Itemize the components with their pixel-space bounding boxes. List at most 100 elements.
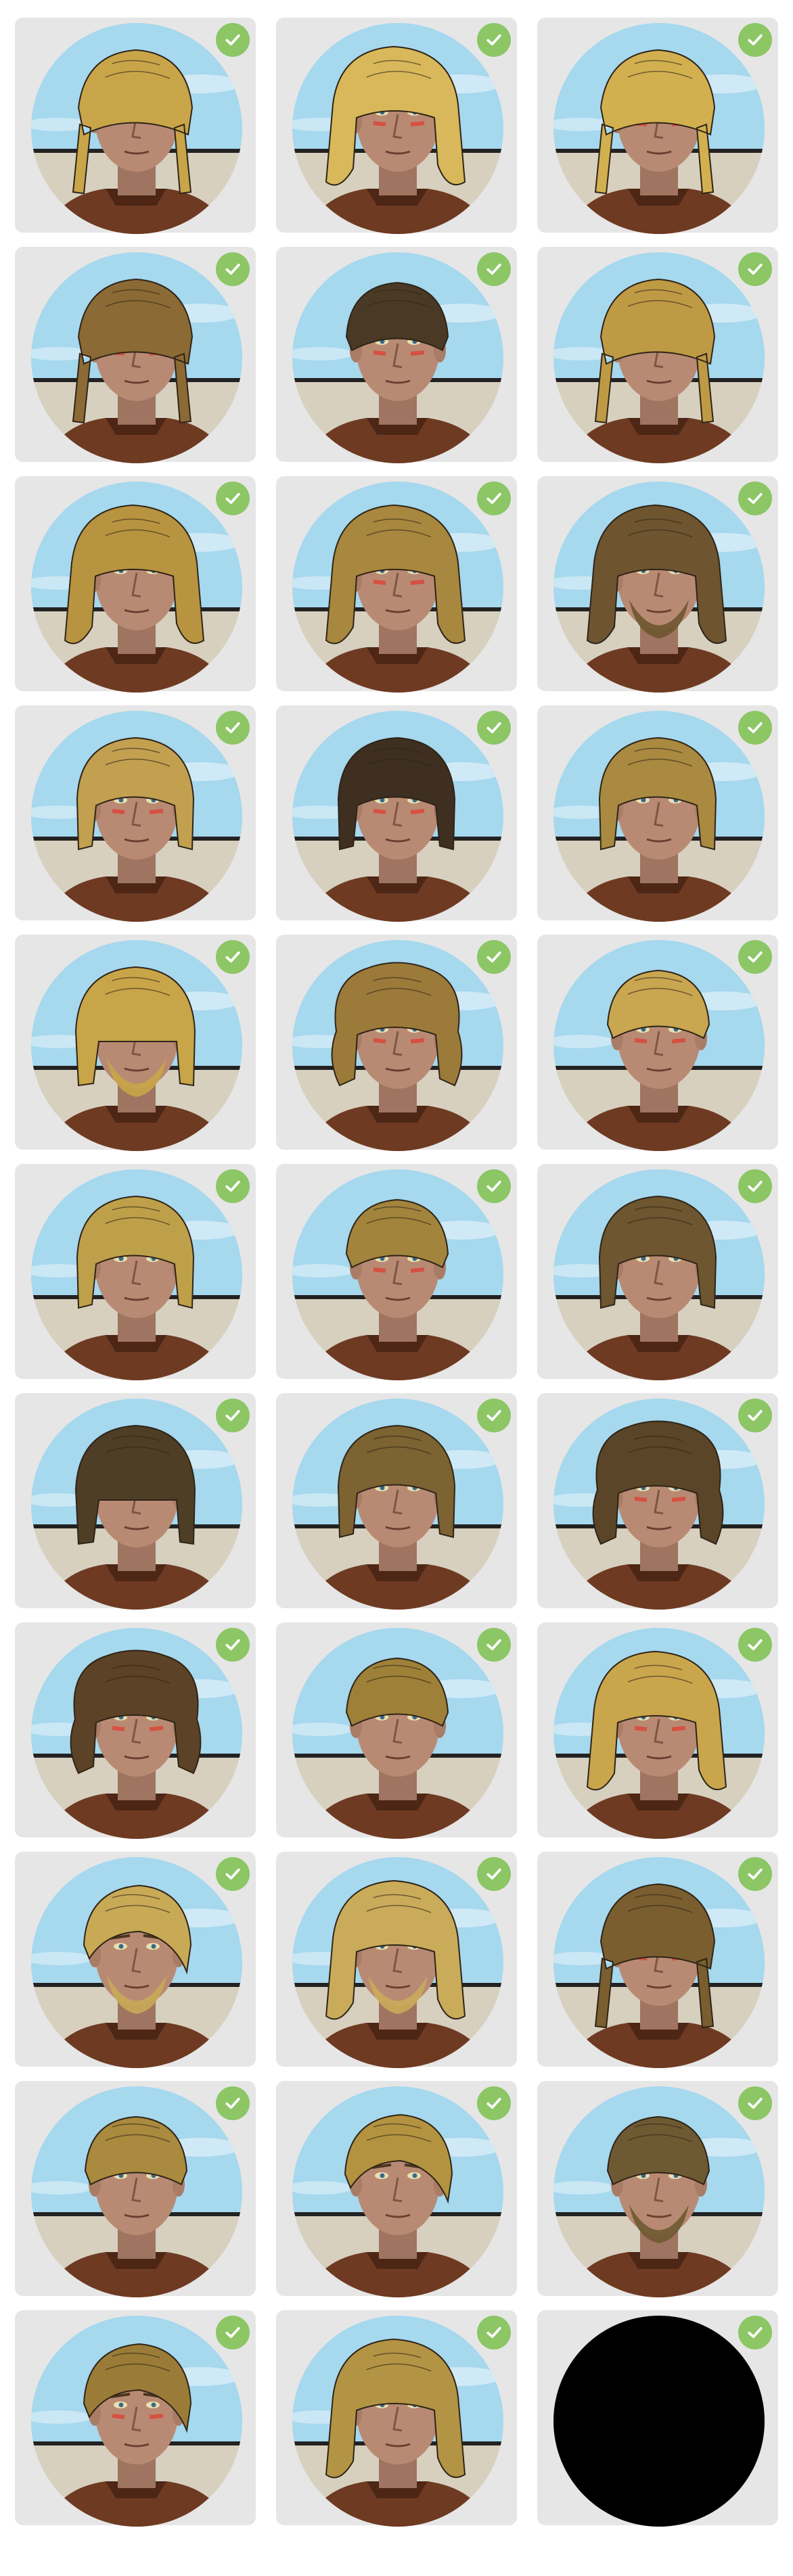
portrait-card[interactable] <box>15 18 256 234</box>
portrait-card[interactable] <box>276 1393 517 1610</box>
check-icon <box>738 482 772 515</box>
portrait-card[interactable] <box>15 1164 256 1380</box>
portrait-card[interactable] <box>276 476 517 693</box>
character-portrait <box>31 711 242 922</box>
character-portrait <box>292 2316 503 2527</box>
character-portrait <box>292 482 503 693</box>
portrait-card[interactable] <box>276 18 517 234</box>
portrait-card[interactable] <box>537 2310 778 2527</box>
check-icon <box>216 2316 250 2349</box>
check-icon <box>738 23 772 57</box>
check-icon <box>216 252 250 286</box>
character-portrait <box>553 252 765 463</box>
character-portrait <box>292 1399 503 1610</box>
character-portrait <box>553 2086 765 2297</box>
portrait-card[interactable] <box>276 1164 517 1380</box>
character-portrait <box>292 1169 503 1380</box>
check-icon <box>216 1399 250 1432</box>
character-portrait <box>31 2086 242 2297</box>
character-portrait <box>292 252 503 463</box>
portrait-card[interactable] <box>15 1393 256 1610</box>
character-portrait <box>31 1399 242 1610</box>
portrait-card[interactable] <box>276 935 517 1151</box>
check-icon <box>738 2086 772 2120</box>
check-icon <box>477 711 511 745</box>
empty-portrait-slot <box>553 2316 765 2527</box>
check-icon <box>477 252 511 286</box>
character-portrait <box>292 940 503 1151</box>
portrait-grid <box>15 18 778 2527</box>
check-icon <box>738 940 772 974</box>
check-icon <box>738 1857 772 1891</box>
portrait-card[interactable] <box>537 18 778 234</box>
check-icon <box>477 1169 511 1203</box>
check-icon <box>477 1399 511 1432</box>
character-portrait <box>553 1399 765 1610</box>
check-icon <box>477 2316 511 2349</box>
check-icon <box>477 2086 511 2120</box>
check-icon <box>477 1857 511 1891</box>
check-icon <box>216 23 250 57</box>
check-icon <box>216 2086 250 2120</box>
character-portrait <box>31 2316 242 2527</box>
portrait-card[interactable] <box>537 1393 778 1610</box>
character-portrait <box>31 1628 242 1839</box>
character-portrait <box>31 482 242 693</box>
check-icon <box>216 711 250 745</box>
character-portrait <box>553 711 765 922</box>
check-icon <box>738 1399 772 1432</box>
portrait-card[interactable] <box>15 2310 256 2527</box>
character-portrait <box>553 1169 765 1380</box>
character-portrait <box>292 23 503 234</box>
portrait-card[interactable] <box>537 1164 778 1380</box>
portrait-card[interactable] <box>276 705 517 922</box>
portrait-card[interactable] <box>537 247 778 463</box>
character-portrait <box>553 482 765 693</box>
character-portrait <box>292 1628 503 1839</box>
portrait-card[interactable] <box>276 1852 517 2068</box>
character-portrait <box>553 23 765 234</box>
portrait-card[interactable] <box>276 247 517 463</box>
check-icon <box>216 482 250 515</box>
check-icon <box>738 1628 772 1662</box>
character-portrait <box>31 23 242 234</box>
portrait-card[interactable] <box>15 935 256 1151</box>
check-icon <box>216 1857 250 1891</box>
portrait-card[interactable] <box>15 2081 256 2297</box>
character-portrait <box>292 1857 503 2068</box>
check-icon <box>477 23 511 57</box>
check-icon <box>738 2316 772 2349</box>
character-portrait <box>31 1857 242 2068</box>
portrait-card[interactable] <box>15 1622 256 1839</box>
check-icon <box>477 1628 511 1662</box>
portrait-card[interactable] <box>537 1622 778 1839</box>
portrait-card[interactable] <box>15 705 256 922</box>
check-icon <box>477 940 511 974</box>
portrait-card[interactable] <box>537 1852 778 2068</box>
character-portrait <box>31 252 242 463</box>
character-portrait <box>292 711 503 922</box>
portrait-card[interactable] <box>537 935 778 1151</box>
check-icon <box>738 711 772 745</box>
character-portrait <box>553 1628 765 1839</box>
portrait-card[interactable] <box>276 1622 517 1839</box>
portrait-card[interactable] <box>537 2081 778 2297</box>
portrait-card[interactable] <box>276 2310 517 2527</box>
portrait-card[interactable] <box>537 476 778 693</box>
character-portrait <box>292 2086 503 2297</box>
portrait-card[interactable] <box>15 1852 256 2068</box>
check-icon <box>216 1169 250 1203</box>
character-portrait <box>31 940 242 1151</box>
portrait-card[interactable] <box>15 476 256 693</box>
check-icon <box>477 482 511 515</box>
character-portrait <box>553 940 765 1151</box>
character-portrait <box>31 1169 242 1380</box>
portrait-card[interactable] <box>15 247 256 463</box>
check-icon <box>216 1628 250 1662</box>
character-portrait <box>553 1857 765 2068</box>
check-icon <box>216 940 250 974</box>
check-icon <box>738 252 772 286</box>
portrait-card[interactable] <box>537 705 778 922</box>
portrait-card[interactable] <box>276 2081 517 2297</box>
check-icon <box>738 1169 772 1203</box>
